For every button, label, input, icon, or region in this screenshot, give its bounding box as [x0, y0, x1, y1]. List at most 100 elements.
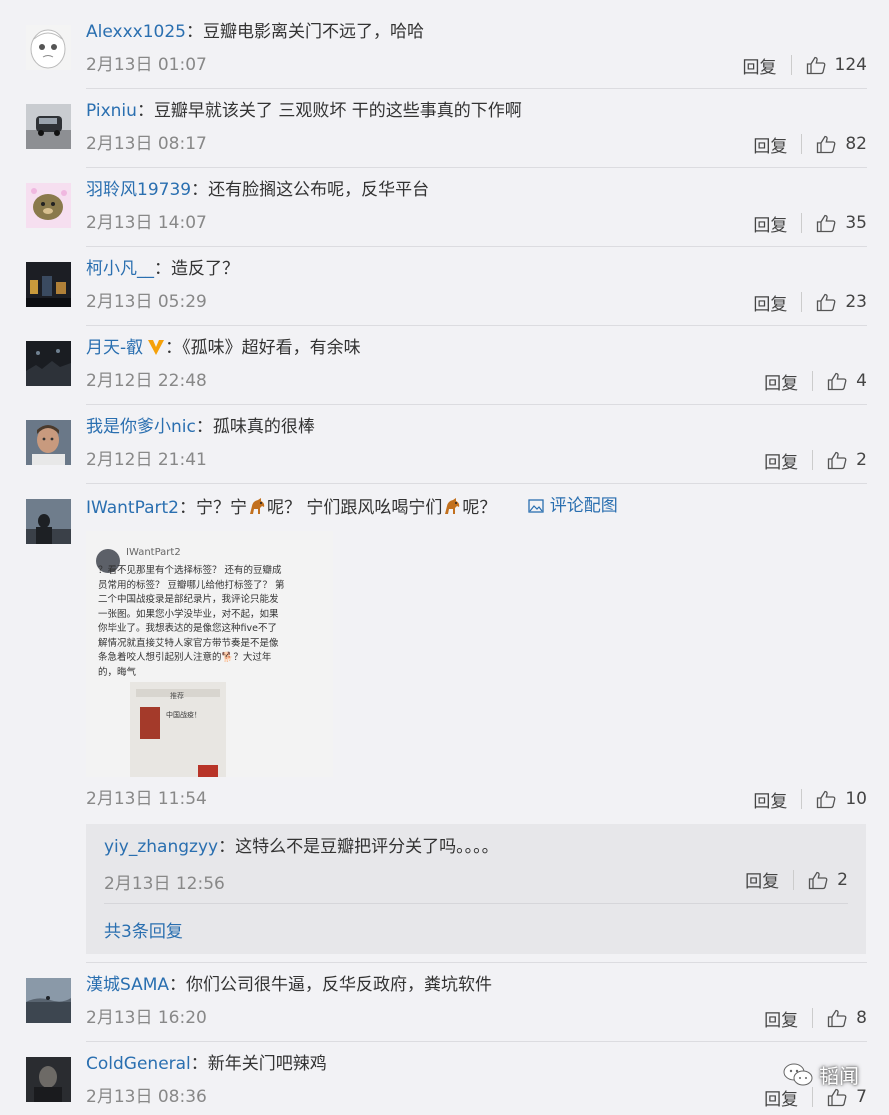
reply-button[interactable]: 回复 — [764, 448, 798, 473]
comment-text: 豆瓣早就该关了 三观败坏 干的这些事真的下作啊 — [153, 101, 522, 121]
avatar[interactable] — [26, 25, 71, 70]
comment-text: 孤味真的很棒 — [212, 417, 315, 437]
image-text-line: ？看不见那里有个选择标签？ 还有的豆瓣成 — [98, 565, 282, 576]
action-divider — [812, 1087, 814, 1107]
more-replies-link[interactable]: 共3条回复 — [104, 917, 183, 942]
thumbs-up-icon[interactable] — [808, 870, 828, 890]
comment-text: 你们公司很牛逼，反华反政府，粪坑软件 — [186, 975, 493, 995]
avatar[interactable] — [26, 1057, 71, 1102]
avatar[interactable] — [26, 104, 71, 149]
comment-time: 2月13日 16:20 — [86, 1008, 207, 1028]
reply-button[interactable]: 回复 — [764, 369, 798, 394]
username-link[interactable]: IWantPart2 — [86, 498, 179, 518]
reply-button[interactable]: 回复 — [753, 211, 787, 236]
colon-separator: ： — [178, 498, 196, 518]
like-count: 2 — [856, 450, 867, 470]
reply-button[interactable]: 回复 — [753, 290, 787, 315]
comment-time: 2月13日 08:36 — [86, 1087, 207, 1107]
username-link[interactable]: 我是你爹小nic — [86, 417, 196, 437]
reply-button[interactable]: 回复 — [743, 53, 777, 78]
like-count: 35 — [845, 213, 867, 233]
colon-separator: ： — [165, 338, 183, 358]
action-divider — [801, 213, 803, 233]
thumbs-up-icon[interactable] — [806, 55, 826, 75]
colon-separator: ： — [195, 417, 213, 437]
avatar[interactable] — [26, 499, 71, 544]
sub-reply-username[interactable]: yiy_zhangzyy — [104, 837, 218, 857]
avatar[interactable] — [26, 341, 71, 386]
action-divider — [801, 292, 803, 312]
like-count: 124 — [834, 55, 867, 75]
username-link[interactable]: Pixniu — [86, 101, 137, 121]
comment-text-cont: 呢？ 宁们跟风吆喝宁们 — [266, 498, 443, 518]
sub-reply-time: 2月13日 12:56 — [104, 874, 225, 894]
action-divider — [790, 55, 792, 75]
comment-time: 2月13日 14:07 — [86, 213, 207, 233]
action-divider — [812, 371, 814, 391]
thumbs-up-icon[interactable] — [816, 789, 836, 809]
image-card-title: 中国战疫！ — [166, 711, 201, 719]
image-text-line: 条急着咬人想引起别人注意的🐕？大过年 — [98, 652, 272, 663]
action-divider — [812, 1008, 814, 1028]
like-count: 10 — [845, 789, 867, 809]
comment-picture-link[interactable]: 评论配图 — [528, 495, 618, 517]
vip-badge-icon — [147, 338, 165, 356]
comment-attached-image[interactable]: IWantPart2 ？看不见那里有个选择标签？ 还有的豆瓣成 员常用的标签？ … — [86, 531, 333, 777]
divider — [86, 88, 867, 89]
image-phone-nav: 推荐 — [170, 692, 184, 700]
avatar[interactable] — [26, 183, 71, 228]
comment-text: 还有脸搁这公布呢，反华平台 — [208, 180, 430, 200]
username-link[interactable]: 漢城SAMA — [86, 975, 169, 995]
avatar[interactable] — [26, 420, 71, 465]
like-count: 4 — [856, 371, 867, 391]
horse-emoji-icon — [442, 497, 462, 517]
username-link[interactable]: 月天-叡 — [86, 338, 143, 358]
comment-text: 新年关门吧辣鸡 — [207, 1054, 327, 1074]
action-divider — [801, 789, 803, 809]
divider — [86, 325, 867, 326]
watermark-text: 韬闻 — [819, 1064, 859, 1088]
like-count: 7 — [856, 1087, 867, 1107]
thumbs-up-icon[interactable] — [827, 371, 847, 391]
reply-button[interactable]: 回复 — [753, 132, 787, 157]
comment-text: 《孤味》超好看，有余味 — [182, 338, 361, 358]
username-link[interactable]: 柯小凡__ — [86, 259, 154, 279]
username-link[interactable]: 羽聆风19739 — [86, 180, 191, 200]
thumbs-up-icon[interactable] — [816, 292, 836, 312]
comment-time: 2月12日 22:48 — [86, 371, 207, 391]
image-text-line: 员常用的标签？ 豆瓣哪儿给他打标签了？ 第 — [98, 579, 285, 591]
action-divider — [793, 869, 795, 890]
reply-button[interactable]: 回复 — [753, 787, 787, 812]
comment-text: 造反了？ — [171, 259, 239, 279]
divider — [86, 1041, 867, 1042]
comment-time: 2月13日 11:54 — [86, 789, 207, 809]
colon-separator: ： — [191, 180, 209, 200]
divider — [86, 167, 867, 168]
username-link[interactable]: ColdGeneral — [86, 1054, 191, 1074]
comment-text: 豆瓣电影离关门不远了，哈哈 — [202, 22, 424, 42]
thumbs-up-icon[interactable] — [816, 213, 836, 233]
thumbs-up-icon[interactable] — [827, 1087, 847, 1107]
avatar[interactable] — [26, 262, 71, 307]
colon-separator: ： — [190, 1054, 208, 1074]
like-count: 23 — [845, 292, 867, 312]
reply-button[interactable]: 回复 — [764, 1006, 798, 1031]
username-link[interactable]: Alexxx1025 — [86, 22, 186, 42]
action-divider — [801, 134, 803, 154]
image-text-line: 一张图。如果您小学没毕业，对不起，如果 — [98, 608, 279, 620]
thumbs-up-icon[interactable] — [827, 450, 847, 470]
image-text-line: 解情况就直接艾特人家官方带节奏是不是像 — [98, 637, 279, 649]
comment-time: 2月13日 05:29 — [86, 292, 207, 312]
reply-button[interactable]: 回复 — [745, 867, 779, 892]
like-count: 2 — [837, 869, 848, 890]
colon-separator: ： — [169, 975, 187, 995]
comment-time: 2月13日 08:17 — [86, 134, 207, 154]
image-text-line: 二个中国战疫录是部纪录片，我评论只能发 — [98, 594, 279, 605]
divider — [86, 962, 867, 963]
avatar[interactable] — [26, 978, 71, 1023]
colon-separator: ： — [136, 101, 154, 121]
divider — [104, 903, 848, 904]
thumbs-up-icon[interactable] — [827, 1008, 847, 1028]
wechat-watermark: 韬闻 — [783, 1060, 859, 1089]
thumbs-up-icon[interactable] — [816, 134, 836, 154]
